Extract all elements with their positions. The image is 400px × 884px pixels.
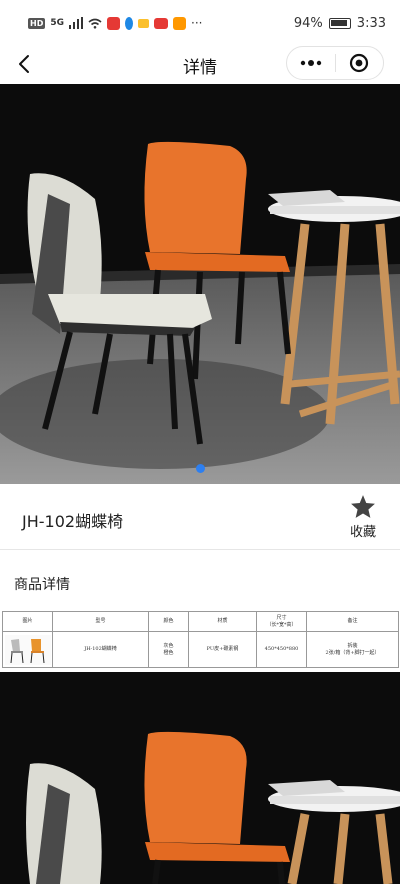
chevron-left-icon [19, 55, 29, 73]
more-menu-button[interactable] [287, 47, 335, 79]
back-button[interactable] [12, 50, 36, 78]
wifi-icon [88, 18, 102, 29]
notification-app-icon [173, 16, 186, 30]
detail-photo [0, 672, 400, 884]
more-dots-icon [300, 60, 321, 66]
cell-material: PU皮+碳素钢 [188, 631, 257, 668]
header-image: 图片 [2, 611, 53, 632]
close-mini-program-button[interactable] [336, 47, 384, 79]
clock: 3:33 [356, 15, 386, 31]
network-badge: HD [28, 17, 46, 29]
header-material: 材质 [188, 611, 257, 632]
cell-note: 拆装 2张/箱（背+脚打一起） [306, 631, 399, 668]
notification-app-icon [138, 18, 149, 28]
table-header-row: 图片 型号 颜色 材质 尺寸 （长*宽*高） 备注 [2, 611, 399, 632]
battery-icon [328, 17, 351, 29]
table-row: JH-102蝴蝶椅 灰色 橙色 PU皮+碳素钢 450*450*880 拆装 2… [2, 631, 399, 668]
cell-size: 450*450*880 [256, 631, 307, 668]
status-right: 94% 3:33 [294, 16, 386, 31]
nav-bar: 详情 [0, 46, 400, 84]
header-note: 备注 [306, 611, 399, 632]
header-color: 颜色 [148, 611, 189, 632]
cell-image [2, 631, 53, 668]
notification-app-icon [154, 17, 168, 29]
header-model: 型号 [52, 611, 149, 632]
details-section-title: 商品详情 [14, 577, 70, 593]
cell-colors: 灰色 橙色 [148, 631, 189, 668]
carousel-active-dot[interactable] [196, 464, 205, 473]
chair-thumbnail [4, 634, 51, 665]
detail-image [0, 672, 400, 884]
mini-program-capsule [286, 46, 384, 80]
target-icon [350, 53, 369, 73]
battery-percent: 94% [293, 15, 323, 31]
status-left: HD 5G ··· [28, 16, 202, 30]
product-image-carousel[interactable] [0, 84, 400, 484]
header-size: 尺寸 （长*宽*高） [256, 611, 307, 632]
favorite-button[interactable]: 收藏 [348, 494, 378, 540]
product-title-row: JH-102蝴蝶椅 收藏 [0, 484, 400, 550]
notification-app-icon [107, 16, 120, 30]
spec-table: 图片 型号 颜色 材质 尺寸 （长*宽*高） 备注 JH-102蝴蝶椅 灰色 橙… [2, 611, 399, 668]
product-title: JH-102蝴蝶椅 [22, 512, 124, 531]
signal-icon [69, 17, 83, 29]
signal-tag: 5G [50, 18, 64, 28]
more-notifications-icon: ··· [191, 16, 203, 30]
notification-app-icon [125, 16, 133, 30]
favorite-label: 收藏 [349, 525, 376, 540]
status-bar: HD 5G ··· 94% 3:33 [0, 0, 400, 46]
star-icon [351, 495, 375, 518]
product-photo [0, 84, 400, 484]
cell-model: JH-102蝴蝶椅 [52, 631, 149, 668]
